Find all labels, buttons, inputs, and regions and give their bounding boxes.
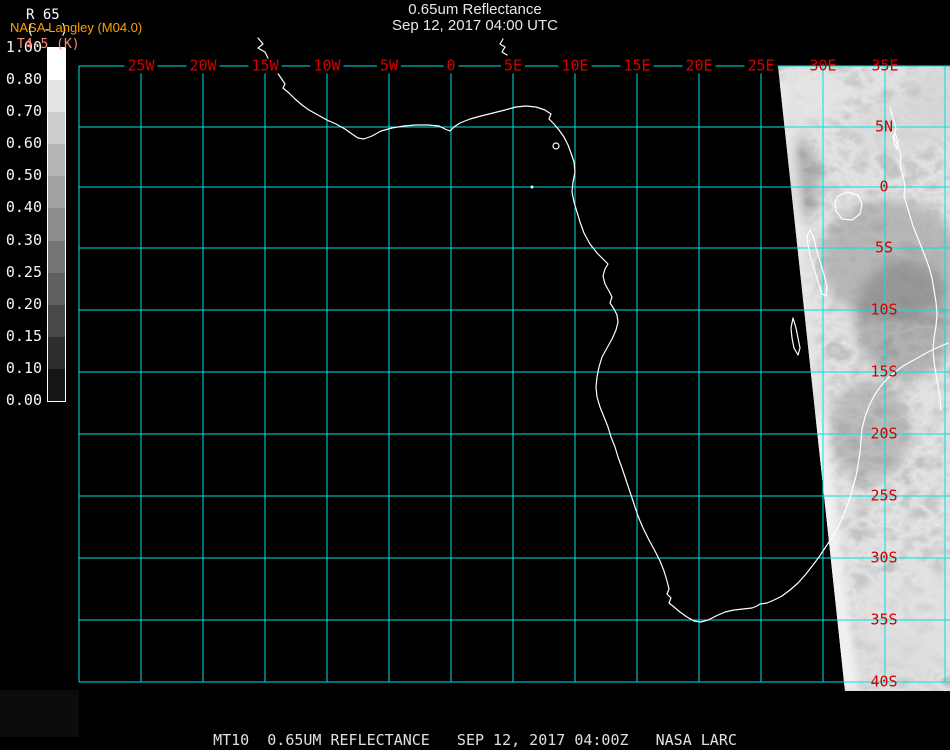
t4-5-variable-label: T4-5 (K) [17,37,80,52]
colorbar-segment [48,369,65,401]
latitude-label-5S: 5S [875,241,893,256]
latitude-label-5N: 5N [875,120,893,135]
longitude-label-30E: 30E [809,59,836,74]
colorbar-segment [48,337,65,369]
latitude-label-30S: 30S [870,551,897,566]
island-sao-tome-dot [531,186,534,189]
colorbar-tick-0.00: 0.00 [2,392,42,408]
satellite-viewer-canvas: 0.65um Reflectance Sep 12, 2017 04:00 UT… [0,0,950,750]
colorbar-tick-0.40: 0.40 [2,199,42,215]
longitude-label-10E: 10E [558,59,591,74]
longitude-label-25W: 25W [124,59,157,74]
latitude-label-10S: 10S [870,303,897,318]
longitude-label-20W: 20W [186,59,219,74]
colorbar-segment [48,241,65,273]
longitude-label-15W: 15W [248,59,281,74]
colorbar-tick-0.10: 0.10 [2,360,42,376]
colorbar-tick-0.50: 0.50 [2,167,42,183]
colorbar-segment [48,112,65,144]
satellite-imagery-day-region [777,65,950,691]
colorbar-segment [48,208,65,240]
colorbar-segment [48,144,65,176]
longitude-label-0: 0 [443,59,458,74]
colorbar-segment [48,80,65,112]
product-title: 0.65um Reflectance [0,2,950,18]
latitude-label-25S: 25S [870,489,897,504]
colorbar-segment [48,273,65,305]
colorbar-tick-0.60: 0.60 [2,135,42,151]
longitude-label-5E: 5E [501,59,525,74]
colorbar-tick-0.30: 0.30 [2,232,42,248]
bottom-left-nodata-region [0,690,79,737]
latitude-label-15S: 15S [870,365,897,380]
latitude-label-35S: 35S [870,613,897,628]
colorbar-tick-0.20: 0.20 [2,296,42,312]
colorbar-segment [48,48,65,80]
colorbar-tick-0.25: 0.25 [2,264,42,280]
island-bioko-outline [553,143,559,149]
lake-malawi-outline [791,318,800,355]
nasa-langley-credit: NASA Langley (M04.0) [10,20,142,35]
colorbar-segment [48,176,65,208]
image-title-block: 0.65um Reflectance Sep 12, 2017 04:00 UT… [0,2,950,34]
colorbar-tick-0.70: 0.70 [2,103,42,119]
latitude-label-20S: 20S [870,427,897,442]
map-canvas [0,0,950,750]
longitude-label-20E: 20E [682,59,715,74]
colorbar-segment [48,305,65,337]
longitude-label-15E: 15E [620,59,653,74]
latitude-label-0: 0 [879,180,888,195]
colorbar-tick-0.80: 0.80 [2,71,42,87]
colorbar-tick-0.15: 0.15 [2,328,42,344]
longitude-label-25E: 25E [744,59,777,74]
product-timestamp: Sep 12, 2017 04:00 UTC [0,18,950,34]
longitude-label-35E: 35E [871,59,898,74]
footer-caption: MT10 0.65UM REFLECTANCE SEP 12, 2017 04:… [0,731,950,749]
reflectance-colorbar [47,47,66,402]
river-squiggle [500,39,507,55]
longitude-label-10W: 10W [310,59,343,74]
latitude-label-40S: 40S [870,675,897,690]
longitude-label-5W: 5W [377,59,401,74]
